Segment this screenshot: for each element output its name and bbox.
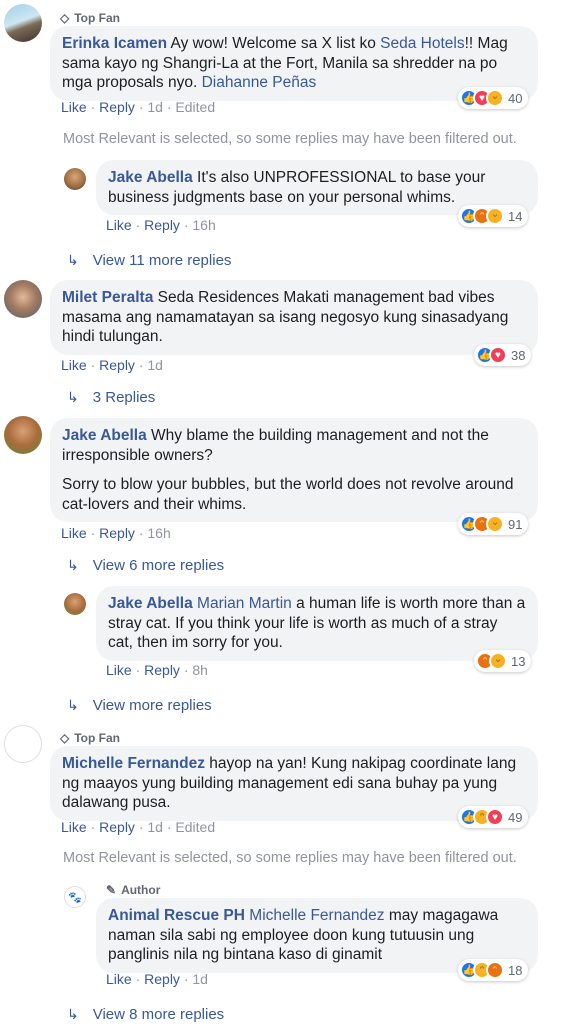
mention-link[interactable]: Marian Martin <box>197 595 292 612</box>
avatar[interactable] <box>4 725 42 763</box>
reply-arrow-icon: ↳ <box>67 1006 79 1022</box>
reactions-summary[interactable]: 👍 ᵔ ᵕ 14 <box>458 205 529 227</box>
like-link[interactable]: Like <box>61 525 87 541</box>
haha-reaction-icon: ᵕ <box>486 515 504 533</box>
comment-text: Ay wow! Welcome sa X list ko <box>167 35 381 52</box>
avatar[interactable] <box>64 168 86 190</box>
reply-arrow-icon: ↳ <box>67 389 79 405</box>
comment-actions: Like · Reply · 1d <box>61 357 163 373</box>
timestamp[interactable]: 1d <box>147 819 163 835</box>
edited-label[interactable]: Edited <box>175 99 215 115</box>
like-link[interactable]: Like <box>106 971 132 987</box>
comment-paragraph: Jake Abella Why blame the building manag… <box>62 426 526 465</box>
view-more-replies[interactable]: ↳ View 6 more replies <box>67 557 224 574</box>
comment-text: Sorry to blow your bubbles, but the worl… <box>62 476 514 513</box>
reply-link[interactable]: Reply <box>99 819 135 835</box>
view-more-replies[interactable]: ↳ View 11 more replies <box>67 252 231 269</box>
haha-reaction-icon: ᵕ <box>489 652 507 670</box>
comment-author[interactable]: Milet Peralta <box>62 289 153 306</box>
reply-actions: Like · Reply · 16h <box>106 217 216 233</box>
love-reaction-icon: ♥ <box>486 808 504 826</box>
diamond-icon: ◇ <box>60 731 70 745</box>
like-link[interactable]: Like <box>61 819 87 835</box>
diamond-icon: ◇ <box>60 11 70 25</box>
reply-link[interactable]: Reply <box>144 217 180 233</box>
reply-bubble: Jake Abella Marian Martin a human life i… <box>96 586 538 661</box>
filter-notice: Most Relevant is selected, so some repli… <box>63 131 517 147</box>
avatar[interactable] <box>4 4 42 42</box>
comment-actions: Like · Reply · 1d · Edited <box>61 99 216 115</box>
reply-actions: Like · Reply · 1d <box>106 971 208 987</box>
avatar[interactable] <box>4 280 42 318</box>
angry-reaction-icon: ᵔ <box>486 961 504 979</box>
reply-link[interactable]: Reply <box>99 99 135 115</box>
view-more-replies[interactable]: ↳ View 8 more replies <box>67 1006 224 1023</box>
like-link[interactable]: Like <box>61 99 87 115</box>
mention-link[interactable]: Diahanne Peñas <box>202 74 317 91</box>
author-badge: ✎ Author <box>106 883 161 897</box>
reply-actions: Like · Reply · 8h <box>106 662 208 678</box>
comment-paragraph: Sorry to blow your bubbles, but the worl… <box>62 475 526 514</box>
mention-link[interactable]: Seda Hotels <box>380 35 464 52</box>
comment-bubble: Milet Peralta Seda Residences Makati man… <box>50 280 538 355</box>
haha-reaction-icon: ᵕ <box>486 89 504 107</box>
like-link[interactable]: Like <box>106 662 132 678</box>
timestamp[interactable]: 16h <box>192 217 215 233</box>
timestamp[interactable]: 1d <box>192 971 208 987</box>
reactions-summary[interactable]: 👍 ♥ ᵕ 40 <box>458 87 529 109</box>
comment-author[interactable]: Erinka Icamen <box>62 35 167 52</box>
like-link[interactable]: Like <box>61 357 87 373</box>
filter-notice: Most Relevant is selected, so some repli… <box>63 850 517 866</box>
avatar[interactable] <box>64 593 86 615</box>
comment-bubble: Jake Abella Why blame the building manag… <box>50 418 538 522</box>
avatar[interactable]: 🐾 <box>64 886 86 908</box>
reply-author[interactable]: Animal Rescue PH <box>108 907 245 924</box>
top-fan-badge: ◇ Top Fan <box>60 11 121 25</box>
reactions-summary[interactable]: ᵔ ᵕ 13 <box>474 650 532 672</box>
haha-reaction-icon: ᵕ <box>486 207 504 225</box>
reactions-summary[interactable]: 👍 ♥ 38 <box>474 344 532 366</box>
reply-arrow-icon: ↳ <box>67 252 79 268</box>
comment-author[interactable]: Jake Abella <box>62 427 147 444</box>
animal-rescue-logo-icon: 🐾 <box>68 891 82 904</box>
comment-actions: Like · Reply · 1d · Edited <box>61 819 216 835</box>
timestamp[interactable]: 8h <box>192 662 208 678</box>
reply-author[interactable]: Jake Abella <box>108 169 193 186</box>
reply-author[interactable]: Jake Abella <box>108 595 193 612</box>
comment-author[interactable]: Michelle Fernandez <box>62 755 205 772</box>
reactions-summary[interactable]: 👍 ᵔ ᵕ 91 <box>458 513 529 535</box>
reactions-summary[interactable]: 👍 ᵔ ♥ 49 <box>458 806 529 828</box>
reply-link[interactable]: Reply <box>144 662 180 678</box>
reactions-summary[interactable]: 👍 ᵔ ᵔ 18 <box>458 959 529 981</box>
reply-link[interactable]: Reply <box>144 971 180 987</box>
edited-label[interactable]: Edited <box>175 819 215 835</box>
view-more-replies[interactable]: ↳ View more replies <box>67 697 212 714</box>
avatar[interactable] <box>4 416 42 454</box>
reply-arrow-icon: ↳ <box>67 697 79 713</box>
like-link[interactable]: Like <box>106 217 132 233</box>
view-replies[interactable]: ↳ 3 Replies <box>67 389 155 406</box>
timestamp[interactable]: 16h <box>147 525 170 541</box>
timestamp[interactable]: 1d <box>147 357 163 373</box>
timestamp[interactable]: 1d <box>147 99 163 115</box>
reply-link[interactable]: Reply <box>99 525 135 541</box>
reply-arrow-icon: ↳ <box>67 557 79 573</box>
reply-link[interactable]: Reply <box>99 357 135 373</box>
mention-link[interactable]: Michelle Fernandez <box>249 907 384 924</box>
comment-actions: Like · Reply · 16h <box>61 525 171 541</box>
pencil-icon: ✎ <box>106 883 117 897</box>
love-reaction-icon: ♥ <box>489 346 507 364</box>
top-fan-badge: ◇ Top Fan <box>60 731 121 745</box>
